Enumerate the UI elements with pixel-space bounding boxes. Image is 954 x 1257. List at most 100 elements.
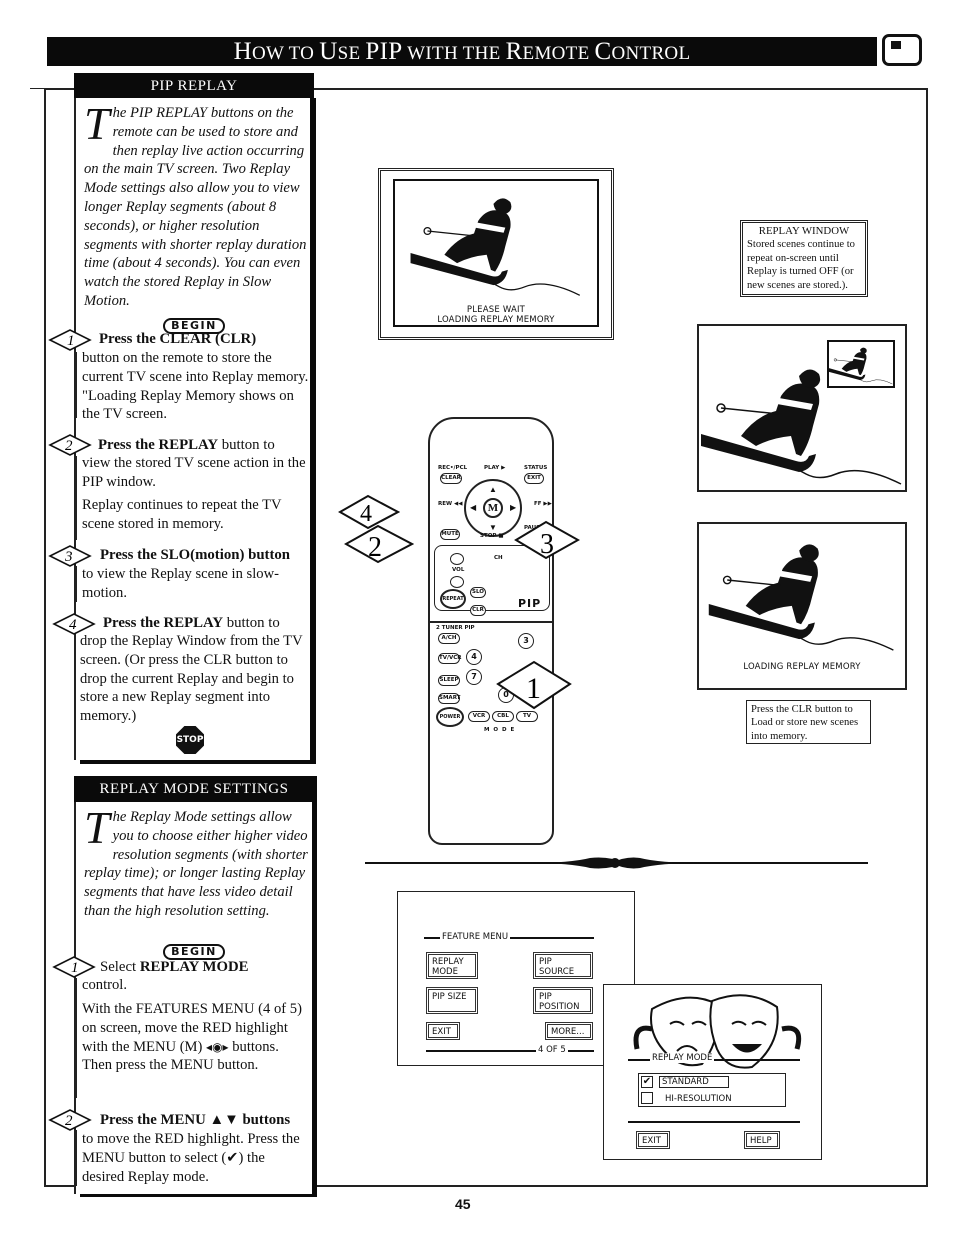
clr-button[interactable]: CLR	[470, 605, 486, 616]
step-number: 2	[65, 1113, 73, 1129]
title-prefix: Press the	[98, 437, 159, 453]
title-suffix: button to	[223, 615, 280, 631]
step-3-body: to view the Replay scene in slow-motion.	[82, 566, 279, 601]
replay-window-note: REPLAY WINDOW Stored scenes continue to …	[740, 220, 868, 297]
skier-image	[708, 543, 895, 651]
step-line	[76, 978, 77, 1098]
standard-checkbox[interactable]: ✔	[641, 1076, 653, 1088]
step-number: 1	[67, 333, 75, 349]
callout-1: 1	[496, 660, 572, 710]
up-arrow-icon[interactable]: ▲	[489, 485, 497, 494]
clear-button[interactable]: CLEAR	[440, 473, 462, 484]
vol-up-button[interactable]	[450, 553, 464, 565]
title-part: SE	[337, 43, 366, 64]
smart-button[interactable]: SMART	[438, 693, 460, 704]
title-part: ONTROL	[611, 43, 691, 64]
menu-m-button[interactable]: M	[483, 498, 503, 518]
option-standard[interactable]: STANDARD	[659, 1076, 729, 1088]
callout-number: 2	[368, 532, 382, 563]
page-title: HOW TO USE PIP WITH THE REMOTE CONTROL	[47, 37, 877, 66]
title-bold: REPLAY	[158, 437, 219, 453]
vol-label: VOL	[452, 567, 465, 573]
menu-more[interactable]: MORE...	[545, 1022, 593, 1040]
left-arrow-icon[interactable]: ◀	[470, 503, 476, 512]
menu-pip-position[interactable]: PIP POSITION	[533, 987, 593, 1014]
intro-text: The Replay Mode settings allow you to ch…	[78, 805, 314, 921]
down-arrow-icon[interactable]: ▼	[489, 523, 497, 532]
callout-2: 2	[344, 524, 414, 564]
section-heading-replay-mode-settings: REPLAY MODE SETTINGS	[74, 776, 314, 802]
rew-label: REW ◀◀	[438, 501, 463, 507]
power-button[interactable]: POWER	[436, 707, 464, 727]
ch-label: CH	[494, 555, 503, 561]
divider	[430, 621, 552, 623]
title-part: C	[594, 38, 612, 65]
pip-window	[827, 340, 895, 388]
step-line	[76, 352, 77, 418]
status-label: STATUS	[524, 465, 548, 471]
callout-number: 3	[540, 529, 554, 560]
rms-step-1-extra: With the FEATURES MENU (4 of 5) on scree…	[82, 1000, 307, 1075]
tv-caption: LOADING REPLAY MEMORY	[743, 662, 861, 672]
clr-note: Press the CLR button to Load or store ne…	[746, 700, 871, 744]
caption-line: LOADING REPLAY MEMORY	[437, 315, 555, 325]
feature-menu-screen: FEATURE MENU REPLAY MODE PIP SOURCE PIP …	[397, 891, 635, 1066]
replay-exit-button[interactable]: EXIT	[636, 1131, 670, 1149]
step-2-extra: Replay continues to repeat the TV scene …	[82, 497, 282, 532]
mode-tv-button[interactable]: TV	[516, 711, 538, 722]
a-ch-button[interactable]: A/CH	[438, 633, 460, 644]
tv-screen-loading-memory: LOADING REPLAY MEMORY	[697, 522, 907, 690]
slo-button[interactable]: SLO	[470, 587, 486, 598]
menu-exit[interactable]: EXIT	[426, 1022, 460, 1040]
title-part: U	[319, 38, 338, 65]
title-suffix: button to	[218, 437, 275, 453]
page-number: 45	[455, 1196, 471, 1212]
rms-step-2-body: to move the RED highlight. Press the MEN…	[82, 1131, 300, 1185]
divider	[30, 88, 44, 89]
step-3-title: Press the SLO(motion) button	[100, 546, 290, 564]
sleep-button[interactable]: SLEEP	[438, 675, 460, 686]
mode-cbl-button[interactable]: CBL	[492, 711, 514, 722]
stop-icon: STOP	[176, 726, 204, 754]
menu-pip-size[interactable]: PIP SIZE	[426, 987, 478, 1014]
mode-vcr-button[interactable]: VCR	[468, 711, 490, 722]
hi-resolution-checkbox[interactable]	[641, 1092, 653, 1104]
step-1-title: Press the CLEAR (CLR)	[99, 331, 257, 347]
step-number: 1	[71, 960, 79, 976]
title-prefix: Select	[100, 959, 140, 975]
key-4[interactable]: 4	[466, 649, 482, 665]
pip-icon	[882, 34, 922, 66]
divider-ornament	[530, 857, 700, 869]
tv-screen-loading: PLEASE WAIT LOADING REPLAY MEMORY	[378, 168, 614, 340]
menu-replay-mode[interactable]: REPLAY MODE	[426, 952, 478, 979]
skier-image	[409, 197, 581, 296]
rms-step-1-body: control.	[82, 977, 127, 993]
key-3[interactable]: 3	[518, 633, 534, 649]
callout-3: 3	[514, 520, 580, 560]
replay-help-button[interactable]: HELP	[744, 1131, 780, 1149]
tv-screen-inner: PLEASE WAIT LOADING REPLAY MEMORY	[393, 179, 599, 327]
mode-label: M O D E	[484, 727, 516, 733]
option-hi-resolution[interactable]: HI-RESOLUTION	[663, 1094, 734, 1104]
callout-number: 1	[526, 672, 541, 705]
replay-mode-title: REPLAY MODE	[650, 1053, 715, 1063]
two-tuner-label: 2 TUNER PIP	[436, 625, 475, 631]
step-line	[76, 456, 77, 540]
vol-down-button[interactable]	[450, 576, 464, 588]
step-line	[76, 1130, 77, 1186]
step-2-body: view the stored TV scene action in the P…	[82, 455, 306, 490]
key-7[interactable]: 7	[466, 669, 482, 685]
mute-button[interactable]: MUTE	[440, 529, 460, 540]
exit-button[interactable]: EXIT	[524, 473, 544, 484]
step-number: 4	[69, 617, 77, 633]
step-1-body: button on the remote to store the curren…	[82, 350, 309, 423]
section-heading-pip-replay: PIP REPLAY	[74, 73, 314, 98]
right-arrow-icon[interactable]: ▶	[510, 503, 516, 512]
tv-vcr-button[interactable]: TV/VCR	[438, 653, 462, 664]
intro-body: he Replay Mode settings allow you to cho…	[84, 809, 308, 919]
pip-label: PIP	[518, 597, 542, 610]
menu-pip-source[interactable]: PIP SOURCE	[533, 952, 593, 979]
repeat-button[interactable]: REPEAT	[440, 589, 466, 609]
step-4-body: drop the Replay Window from the TV scree…	[80, 633, 303, 725]
replay-mode-options: ✔ STANDARD HI-RESOLUTION	[638, 1073, 786, 1107]
